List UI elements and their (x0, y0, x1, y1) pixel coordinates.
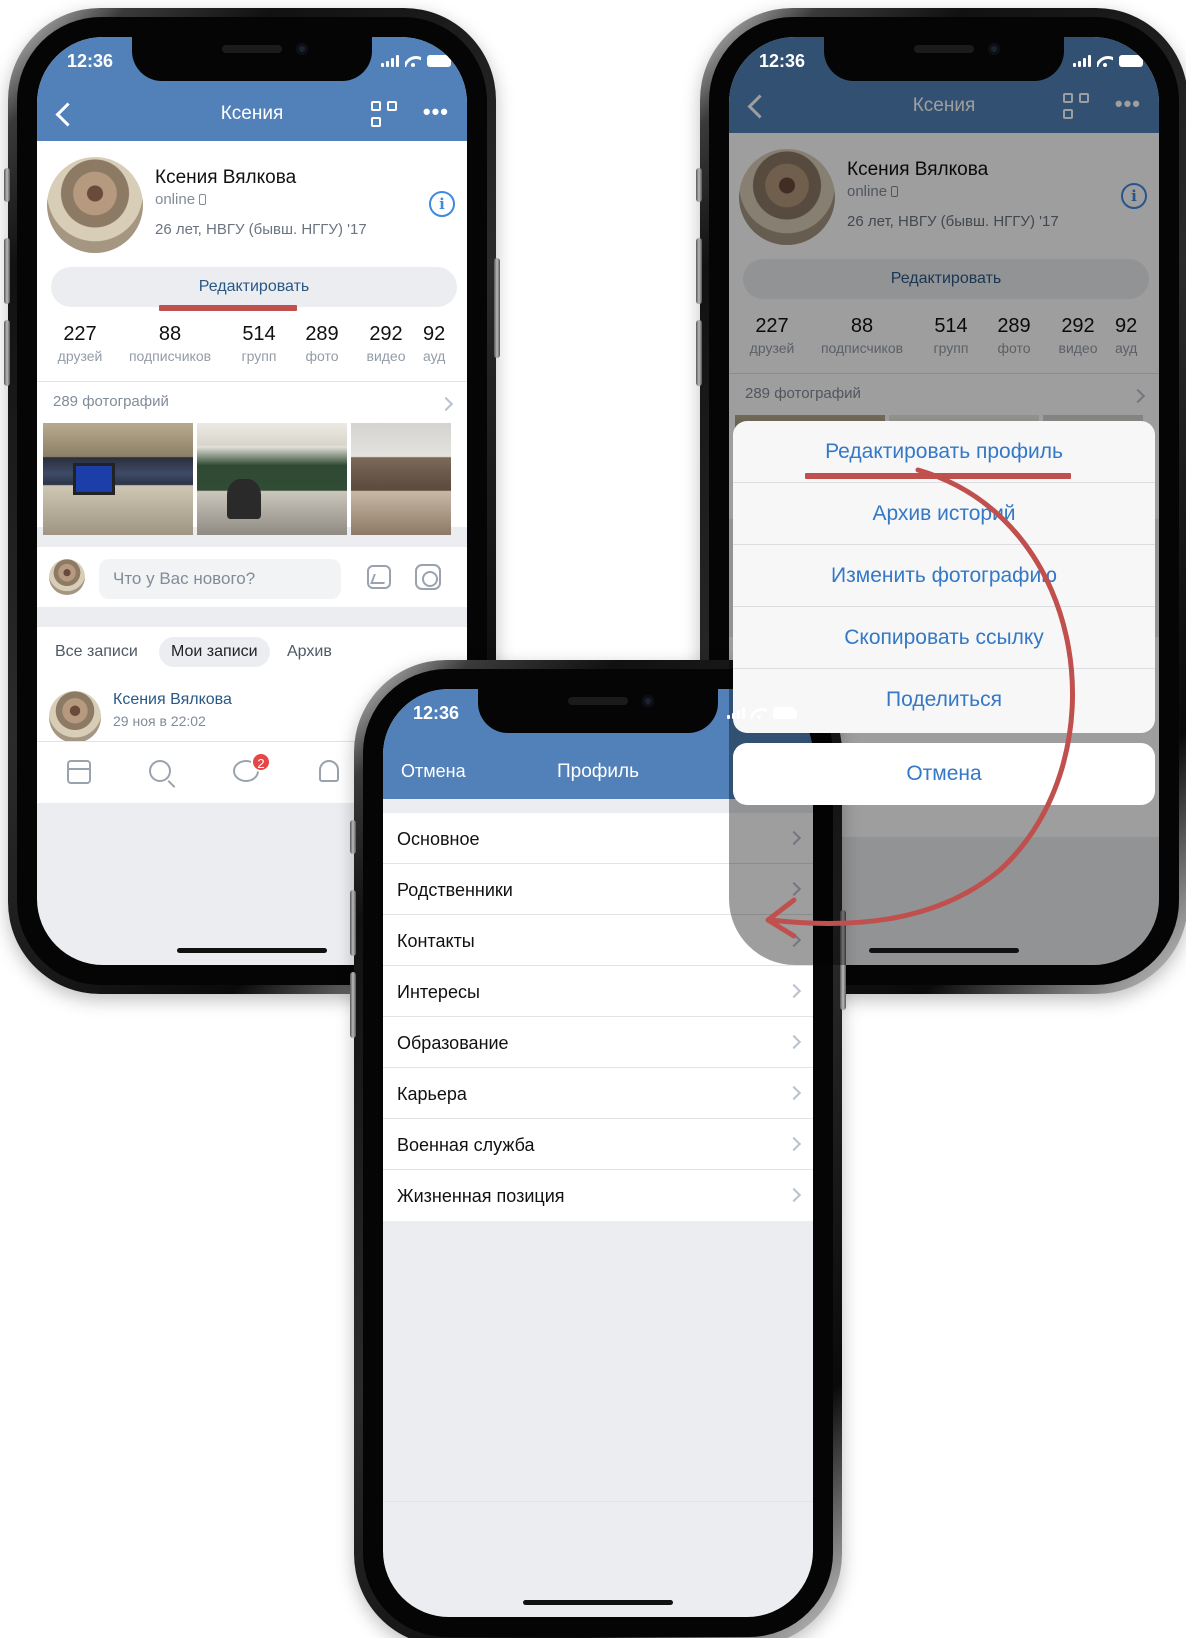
battery-icon (427, 55, 455, 67)
chevron-right-icon (786, 1085, 802, 1101)
chevron-right-icon (786, 1187, 802, 1203)
tab-my-posts[interactable]: Мои записи (159, 637, 270, 667)
status-time: 12:36 (413, 703, 460, 723)
status-time: 12:36 (67, 51, 114, 71)
mobile-icon (199, 194, 207, 205)
signal-icon (1073, 55, 1091, 67)
post-author[interactable]: Ксения Вялкова (113, 691, 232, 709)
chevron-right-icon (786, 1136, 802, 1152)
online-status: online (155, 191, 207, 208)
sheet-stories-archive[interactable]: Архив историй (733, 483, 1155, 545)
battery-icon (1119, 55, 1147, 67)
signal-icon (727, 707, 745, 719)
home-indicator (523, 1600, 673, 1605)
action-sheet: Редактировать профиль Архив историй Изме… (733, 421, 1155, 733)
post-composer: Что у Вас нового? (37, 547, 467, 607)
qr-code-icon[interactable] (371, 101, 397, 127)
sheet-copy-link[interactable]: Скопировать ссылку (733, 607, 1155, 669)
bell-icon[interactable] (319, 760, 339, 782)
status-time: 12:36 (759, 51, 806, 71)
stat-groups[interactable]: 514 групп (233, 323, 285, 364)
sheet-change-photo[interactable]: Изменить фотографию (733, 545, 1155, 607)
chevron-right-icon (786, 983, 802, 999)
avatar (49, 691, 101, 743)
highlight-underline (805, 473, 1071, 479)
wifi-icon (1097, 55, 1113, 67)
phone-right: 12:36 Ксения ••• Ксения Вялкова online 2… (696, 8, 1186, 994)
list-item-career[interactable]: Карьера (383, 1068, 813, 1119)
home-indicator (869, 948, 1019, 953)
photos-header[interactable]: 289 фотографий (53, 393, 169, 410)
profile-info: 26 лет, НВГУ (бывш. НГГУ) '17 (155, 221, 367, 238)
more-dots-icon[interactable]: ••• (423, 99, 449, 125)
screen-action-sheet: 12:36 Ксения ••• Ксения Вялкова online 2… (729, 37, 1159, 965)
home-indicator (177, 948, 327, 953)
cancel-button[interactable]: Отмена (733, 743, 1155, 805)
highlight-underline (159, 305, 297, 311)
photo-thumbnail[interactable] (197, 423, 347, 535)
search-icon[interactable] (149, 760, 171, 782)
tab-archive[interactable]: Архив (275, 637, 344, 667)
wifi-icon (405, 55, 421, 67)
camera-icon[interactable] (415, 564, 441, 590)
composer-input[interactable]: Что у Вас нового? (99, 559, 341, 599)
list-item-military[interactable]: Военная служба (383, 1119, 813, 1170)
info-icon[interactable]: i (429, 191, 455, 217)
photo-thumbnail[interactable] (351, 423, 451, 535)
post-date: 29 ноя в 22:02 (113, 713, 206, 729)
messages-badge: 2 (251, 752, 271, 772)
avatar (49, 559, 85, 595)
battery-icon (773, 707, 801, 719)
list-item-life-position[interactable]: Жизненная позиция (383, 1170, 813, 1221)
chevron-right-icon (786, 1034, 802, 1050)
list-item-interests[interactable]: Интересы (383, 966, 813, 1017)
stat-videos[interactable]: 292 видео (359, 323, 413, 364)
wifi-icon (751, 707, 767, 719)
stat-audio[interactable]: 92 ауд (423, 323, 463, 364)
nav-title: Ксения (220, 103, 284, 124)
tab-all-posts[interactable]: Все записи (43, 637, 150, 667)
edit-button[interactable]: Редактировать (51, 267, 457, 307)
stat-friends[interactable]: 227 друзей (51, 323, 109, 364)
list-item-education[interactable]: Образование (383, 1017, 813, 1068)
profile-name: Ксения Вялкова (155, 167, 297, 188)
stat-followers[interactable]: 88 подписчиков (121, 323, 219, 364)
news-icon[interactable] (67, 760, 91, 784)
signal-icon (381, 55, 399, 67)
stat-photos[interactable]: 289 фото (297, 323, 347, 364)
avatar[interactable] (47, 157, 143, 253)
chevron-right-icon (438, 396, 454, 412)
photo-thumbnail[interactable] (43, 423, 193, 535)
image-icon[interactable] (367, 565, 391, 589)
